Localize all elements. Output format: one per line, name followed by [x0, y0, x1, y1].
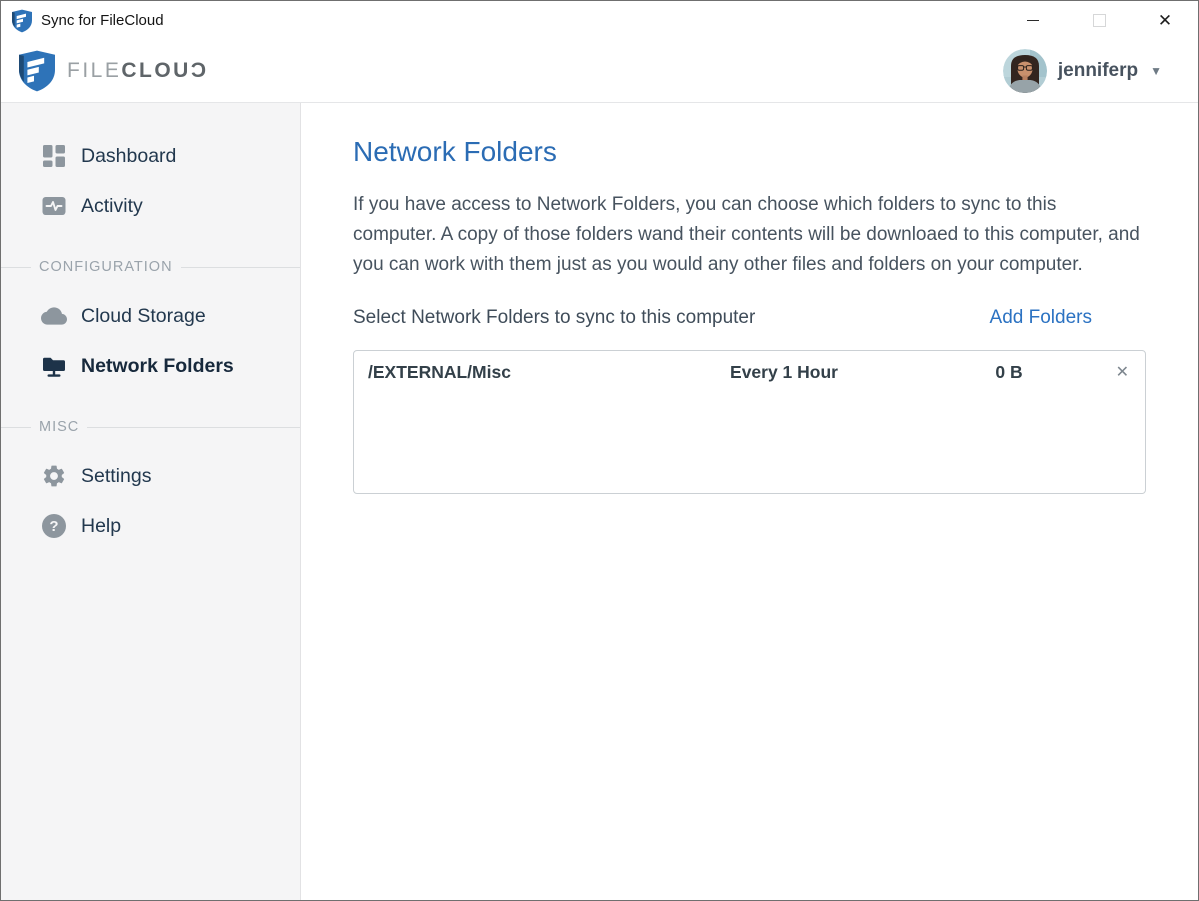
- main-content: Network Folders If you have access to Ne…: [301, 103, 1198, 900]
- folder-sync-schedule: Every 1 Hour: [639, 362, 929, 383]
- page-title: Network Folders: [353, 135, 1146, 169]
- minimize-button[interactable]: [1000, 1, 1066, 40]
- avatar: [1003, 49, 1047, 93]
- select-folders-label: Select Network Folders to sync to this c…: [353, 307, 755, 329]
- divider-line: [181, 267, 300, 268]
- sidebar: Dashboard Activity CONFIGURATION: [1, 103, 301, 900]
- filecloud-shield-icon: [19, 50, 55, 92]
- titlebar: Sync for FileCloud ✕: [1, 1, 1198, 40]
- cloud-icon: [41, 303, 67, 329]
- network-folder-icon: [41, 353, 67, 379]
- app-header: FILECLOUƆ: [1, 40, 1198, 103]
- sidebar-item-cloud-storage[interactable]: Cloud Storage: [1, 291, 300, 341]
- sidebar-section-misc: MISC: [1, 413, 300, 441]
- divider-line: [1, 427, 31, 428]
- remove-folder-icon[interactable]: ✕: [1089, 365, 1129, 381]
- sidebar-item-help[interactable]: ? Help: [1, 501, 300, 551]
- sidebar-item-label: Dashboard: [81, 145, 176, 168]
- sidebar-item-settings[interactable]: Settings: [1, 451, 300, 501]
- help-icon: ?: [41, 513, 67, 539]
- select-folders-row: Select Network Folders to sync to this c…: [353, 307, 1146, 329]
- chevron-down-icon: ▼: [1150, 64, 1162, 78]
- minimize-icon: [1027, 20, 1039, 21]
- folder-row: /EXTERNAL/Misc Every 1 Hour 0 B ✕: [354, 351, 1145, 383]
- sidebar-item-label: Cloud Storage: [81, 305, 206, 328]
- user-menu[interactable]: jenniferp ▼: [1003, 49, 1162, 93]
- sidebar-item-dashboard[interactable]: Dashboard: [1, 131, 300, 181]
- divider-line: [1, 267, 31, 268]
- sidebar-item-label: Help: [81, 515, 121, 538]
- maximize-button[interactable]: [1066, 1, 1132, 40]
- sidebar-item-activity[interactable]: Activity: [1, 181, 300, 231]
- add-folders-link[interactable]: Add Folders: [990, 307, 1092, 329]
- sidebar-item-label: Network Folders: [81, 355, 234, 378]
- app-body: Dashboard Activity CONFIGURATION: [1, 103, 1198, 900]
- app-shield-icon: [12, 9, 32, 33]
- divider-line: [87, 427, 300, 428]
- close-icon: ✕: [1158, 12, 1172, 29]
- maximize-icon: [1093, 14, 1106, 27]
- folder-size: 0 B: [929, 362, 1089, 383]
- activity-pulse-icon: [41, 193, 67, 219]
- sidebar-item-label: Settings: [81, 465, 151, 488]
- dashboard-grid-icon: [41, 143, 67, 169]
- filecloud-wordmark: FILECLOUƆ: [67, 59, 209, 83]
- sidebar-item-network-folders[interactable]: Network Folders: [1, 341, 300, 391]
- close-button[interactable]: ✕: [1132, 1, 1198, 40]
- username: jenniferp: [1058, 60, 1138, 82]
- sidebar-item-label: Activity: [81, 195, 143, 218]
- window-title: Sync for FileCloud: [41, 12, 164, 29]
- app-window: Sync for FileCloud ✕ FILECLOUƆ: [0, 0, 1199, 901]
- sidebar-section-configuration: CONFIGURATION: [1, 253, 300, 281]
- synced-folders-list: /EXTERNAL/Misc Every 1 Hour 0 B ✕: [353, 350, 1146, 494]
- folder-path: /EXTERNAL/Misc: [368, 362, 639, 383]
- page-description: If you have access to Network Folders, y…: [353, 190, 1143, 280]
- filecloud-logo: FILECLOUƆ: [19, 50, 209, 92]
- gear-icon: [41, 463, 67, 489]
